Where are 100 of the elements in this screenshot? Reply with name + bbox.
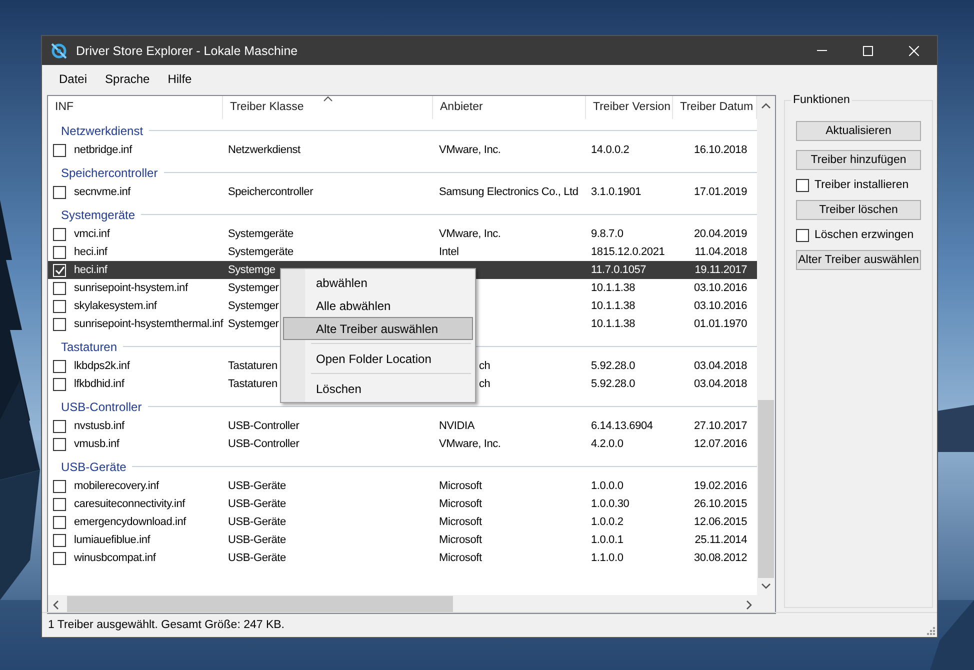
table-cell: 19.11.2017 [694, 264, 747, 276]
menu-item[interactable]: Alle abwählen [283, 294, 473, 317]
panel-title: Funktionen [791, 94, 852, 106]
menu-item[interactable]: Datei [50, 69, 96, 89]
checkbox[interactable] [53, 282, 66, 294]
checkbox[interactable] [53, 318, 66, 330]
group-header[interactable]: Tastaturen [61, 340, 118, 354]
scroll-up-icon[interactable] [761, 102, 771, 110]
column-header[interactable]: Treiber Klasse [223, 96, 433, 119]
scrollbar-thumb[interactable] [758, 400, 774, 578]
checkbox[interactable] [53, 246, 66, 258]
table-cell: 1.0.0.2 [591, 516, 624, 528]
table-cell: Netzwerkdienst [228, 144, 300, 156]
maximize-icon[interactable] [863, 46, 873, 56]
group-header[interactable]: Systemgeräte [61, 208, 136, 222]
table-cell: sunrisepoint-hsystem.inf [74, 282, 188, 294]
action-button[interactable]: Treiber hinzufügen [796, 150, 921, 170]
checkbox[interactable] [796, 228, 808, 242]
checkbox[interactable] [53, 534, 66, 546]
table-cell: 12.06.2015 [694, 516, 747, 528]
table-cell: Systemger [228, 318, 279, 330]
action-button[interactable]: Aktualisieren [796, 121, 921, 141]
table-cell: Intel [439, 246, 459, 258]
table-cell: 10.1.1.38 [591, 282, 636, 294]
scroll-down-icon[interactable] [761, 582, 771, 590]
menu-item[interactable]: Hilfe [158, 69, 201, 89]
table-cell: 03.10.2016 [694, 282, 747, 294]
table-cell: 5.92.28.0 [591, 360, 636, 372]
table-cell: Systemger [228, 300, 279, 312]
table-cell: winusbcompat.inf [74, 552, 156, 564]
checkbox[interactable] [53, 186, 66, 198]
table-cell: skylakesystem.inf [74, 300, 157, 312]
checkbox[interactable] [53, 360, 66, 372]
group-header[interactable]: Speichercontroller [61, 166, 158, 180]
action-button[interactable]: Alter Treiber auswählen [796, 250, 921, 270]
table-cell: VMware, Inc. [439, 438, 501, 450]
checkbox[interactable] [53, 144, 66, 156]
menu-item[interactable]: Alte Treiber auswählen [283, 317, 473, 340]
table-cell: 17.01.2019 [694, 186, 747, 198]
table-cell: 3.1.0.1901 [591, 186, 641, 198]
scroll-left-icon[interactable] [52, 600, 60, 610]
checkbox[interactable] [53, 228, 66, 240]
table-cell: USB-Geräte [228, 498, 286, 510]
group-header[interactable]: USB-Controller [61, 400, 142, 414]
table-cell: Systemge [228, 264, 276, 276]
table-cell: Microsoft [439, 480, 482, 492]
checkbox[interactable] [53, 498, 66, 510]
checkbox[interactable] [53, 300, 66, 312]
table-cell: 12.07.2016 [694, 438, 747, 450]
table-cell: 14.0.0.2 [591, 144, 630, 156]
table-cell: ch [479, 360, 490, 372]
menu-item[interactable]: Open Folder Location [283, 347, 473, 370]
table-cell: Microsoft [439, 552, 482, 564]
table-cell: vmusb.inf [74, 438, 120, 450]
table-cell: Systemgeräte [228, 228, 294, 240]
menu-item[interactable]: Sprache [96, 69, 159, 89]
table-cell: 6.14.13.6904 [591, 420, 653, 432]
menu-item[interactable]: Löschen [283, 377, 473, 400]
table-cell: Tastaturen [228, 360, 278, 372]
checkbox[interactable] [53, 516, 66, 528]
checkbox[interactable] [796, 178, 808, 192]
checkbox[interactable] [53, 378, 66, 390]
scrollbar-thumb[interactable] [67, 596, 453, 612]
table-cell: 4.2.0.0 [591, 438, 624, 450]
table-cell: lumiauefiblue.inf [74, 534, 150, 546]
table-cell: 27.10.2017 [694, 420, 747, 432]
table-cell: sunrisepoint-hsystemthermal.inf [74, 318, 224, 330]
table-cell: Speichercontroller [228, 186, 314, 198]
table-cell: 26.10.2015 [694, 498, 747, 510]
group-header[interactable]: USB-Geräte [61, 460, 126, 474]
table-cell: 11.04.2018 [694, 246, 747, 258]
table-cell: VMware, Inc. [439, 228, 501, 240]
resize-grip-icon[interactable] [925, 625, 935, 635]
checkbox[interactable] [53, 480, 66, 492]
column-header[interactable]: Anbieter [433, 96, 586, 119]
menu-item[interactable]: abwählen [283, 271, 473, 294]
table-cell: Tastaturen [228, 378, 278, 390]
table-cell: 1.1.0.0 [591, 552, 624, 564]
action-button[interactable]: Treiber löschen [796, 200, 921, 220]
column-header[interactable]: Treiber Version [586, 96, 673, 119]
table-cell: 11.7.0.1057 [591, 264, 646, 276]
table-cell: USB-Geräte [228, 480, 286, 492]
close-icon[interactable] [909, 46, 919, 56]
table-cell: 1.0.0.30 [591, 498, 630, 510]
table-cell: emergencydownload.inf [74, 516, 186, 528]
table-cell: mobilerecovery.inf [74, 480, 159, 492]
table-cell: USB-Geräte [228, 534, 286, 546]
table-cell: 30.08.2012 [694, 552, 747, 564]
table-cell: Microsoft [439, 516, 482, 528]
table-cell: USB-Controller [228, 438, 300, 450]
table-cell: heci.inf [74, 246, 108, 258]
checkbox[interactable] [53, 438, 66, 450]
group-header[interactable]: Netzwerkdienst [61, 124, 144, 138]
checkbox-label: Treiber installieren [814, 179, 909, 191]
checkbox[interactable] [53, 420, 66, 432]
table-cell: Microsoft [439, 534, 482, 546]
column-header[interactable]: INF [48, 96, 223, 119]
table-cell: caresuiteconnectivity.inf [74, 498, 185, 510]
checkbox[interactable] [53, 552, 66, 564]
scroll-right-icon[interactable] [745, 600, 753, 610]
